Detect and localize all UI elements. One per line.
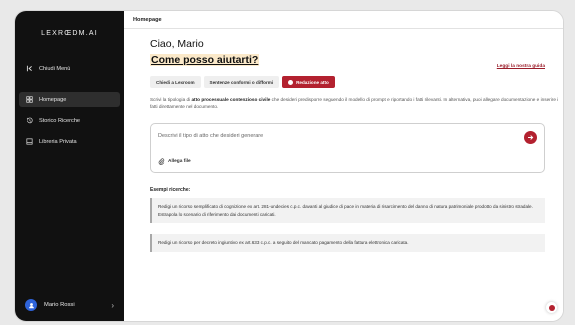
user-name: Mario Rossi [44,302,75,308]
attach-label: Allega file [168,159,191,165]
attach-file-button[interactable]: Allega file [158,158,191,166]
instructions-text: Scrivi la tipologia di atto processuale … [150,96,560,110]
tab-sentenze[interactable]: Sentenze conformi o difformi [203,76,280,88]
chevron-right-icon: › [111,300,114,310]
avatar [25,299,37,311]
collapse-icon [26,65,33,72]
sidebar-item-libreria[interactable]: Libreria Privata [19,134,120,149]
sidebar: LEXRŒDM.AI Chiudi Menù Homepage Storico … [15,11,124,321]
prompt-box[interactable]: Descrivi il tipo di atto che desideri ge… [150,123,545,174]
page-header-title: Homepage [133,17,162,23]
library-icon [26,138,33,145]
content: Ciao, Mario Come posso aiutarti? Leggi l… [150,38,558,252]
collapse-menu-label: Chiudi Menù [39,65,71,72]
sidebar-item-homepage[interactable]: Homepage [19,92,120,107]
mode-tabs: Chiedi a Lexroom Sentenze conformi o dif… [150,76,545,88]
arrow-right-icon [528,135,534,141]
logo: LEXRŒDM.AI [41,30,98,37]
example-item[interactable]: Redigi un ricorso per decreto ingiuntivo… [150,234,545,252]
sidebar-item-storico[interactable]: Storico Ricerche [19,113,120,128]
user-icon [28,302,34,308]
sidebar-item-label: Homepage [39,96,67,103]
sidebar-item-label: Libreria Privata [39,138,77,145]
user-menu[interactable]: Mario Rossi › [19,295,120,315]
paperclip-icon [158,158,165,166]
history-icon [26,117,33,124]
tab-label: Redazione atto [296,79,329,85]
tab-chiedi-lexroom[interactable]: Chiedi a Lexroom [150,76,201,88]
grid-icon [26,96,33,103]
prompt-input[interactable]: Descrivi il tipo di atto che desideri ge… [158,133,263,139]
example-item[interactable]: Redigi un ricorso semplificato di cogniz… [150,198,545,224]
tab-redazione-atto[interactable]: Redazione atto [282,76,335,88]
guide-link[interactable]: Leggi la nostra guida [497,64,545,69]
desc-start: Scrivi la tipologia di [150,97,192,102]
desc-bold: atto processuale contenzioso civile [191,97,271,102]
help-button[interactable] [546,302,557,313]
send-button[interactable] [524,131,537,145]
collapse-menu-button[interactable]: Chiudi Menù [19,61,120,76]
main-area: Homepage Ciao, Mario Come posso aiutarti… [124,11,563,321]
sidebar-item-label: Storico Ricerche [39,117,81,124]
page-header: Homepage [124,11,563,29]
radio-dot-icon [288,79,294,85]
page-title: Come posso aiutarti? [150,54,260,66]
greeting: Ciao, Mario [150,38,204,50]
help-icon [548,304,555,311]
examples-title: Esempi ricerche: [150,187,191,194]
app-window: LEXRŒDM.AI Chiudi Menù Homepage Storico … [14,10,564,322]
